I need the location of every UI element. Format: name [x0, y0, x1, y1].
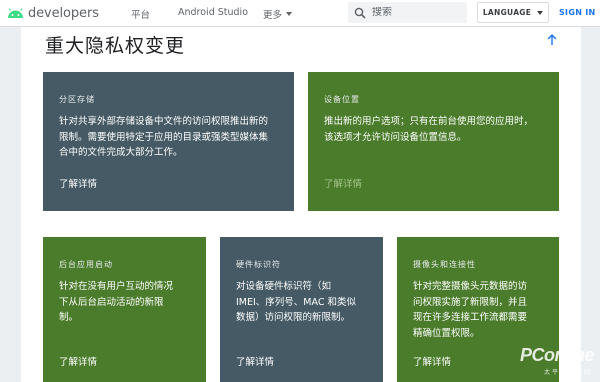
watermark-brand: PConline [519, 345, 595, 365]
tile-desc-line: 精确位置权限。 [413, 327, 480, 339]
tile-desc-line: 对设备硬件标识符（如 [236, 281, 332, 292]
android-icon [8, 7, 23, 18]
learn-more-link[interactable]: 了解详情 [59, 176, 97, 190]
tile-description: 推出新的用户选项；只有在前台使用您的应用时， 该选项才允许访问设备位置信息。 [324, 114, 533, 145]
tile-description: 对设备硬件标识符（如 IMEI、序列号、MAC 和类似 数据）访问权限的新限制。 [236, 279, 356, 326]
tile-background-activity-starts: 后台应用启动 针对在没有用户互动的情况 下从后台启动活动的新限 制。 了解详情 [43, 237, 206, 382]
logo-text: developers [28, 5, 99, 21]
learn-more-link[interactable]: 了解详情 [324, 176, 362, 190]
learn-more-link[interactable]: 了解详情 [236, 354, 274, 368]
tile-desc-line: 该选项才允许访问设备位置信息。 [324, 131, 467, 143]
tile-desc-line: 针对完整摄像头元数据的访 [413, 281, 528, 292]
search-icon [354, 7, 366, 19]
tile-desc-line: 下从后台启动活动的新限 [59, 296, 164, 308]
chevron-down-icon [286, 12, 293, 16]
page-title: 重大隐私权变更 [45, 35, 186, 57]
tile-title: 分区存储 [59, 95, 95, 104]
main-content: 重大隐私权变更 分区存储 针对共享外部存储设备中文件的访问权限推出新的 限制。需… [21, 27, 581, 382]
tile-desc-line: 问权限实施了新限制，并且 [413, 296, 528, 308]
search-box[interactable] [348, 2, 467, 23]
tile-title: 后台应用启动 [59, 260, 113, 269]
tile-desc-line: 现在许多连接工作流都需要 [413, 312, 528, 323]
search-input[interactable] [372, 7, 462, 18]
tile-hardware-identifiers: 硬件标识符 对设备硬件标识符（如 IMEI、序列号、MAC 和类似 数据）访问权… [220, 237, 383, 382]
nav-item-platform[interactable]: 平台 [131, 7, 150, 21]
tile-desc-line: 制。 [59, 312, 79, 323]
tile-desc-line: IMEI、序列号、MAC 和类似 [236, 296, 356, 308]
tile-desc-line: 数据）访问权限的新限制。 [236, 312, 351, 323]
arrow-up-icon[interactable] [545, 33, 559, 47]
developers-logo[interactable]: developers [7, 5, 99, 21]
tile-desc-line: 针对在没有用户互动的情况 [59, 281, 174, 292]
sign-in-button[interactable]: SIGN IN [559, 8, 596, 17]
tile-description: 针对共享外部存储设备中文件的访问权限推出新的 限制。需要使用特定于应用的目录或强… [59, 114, 268, 161]
language-selector[interactable]: LANGUAGE [477, 2, 549, 23]
learn-more-link[interactable]: 了解详情 [59, 354, 97, 368]
tile-description: 针对完整摄像头元数据的访 问权限实施了新限制，并且 现在许多连接工作流都需要 精… [413, 279, 527, 341]
watermark-subtitle: 太平洋电脑网 [543, 369, 592, 376]
nav-item-more[interactable]: 更多 [263, 7, 293, 21]
language-label: LANGUAGE [482, 8, 532, 17]
tile-device-location: 设备位置 推出新的用户选项；只有在前台使用您的应用时， 该选项才允许访问设备位置… [308, 72, 559, 211]
watermark: PConline 太平洋电脑网 [503, 345, 598, 381]
tile-desc-line: 限制。需要使用特定于应用的目录或强类型媒体集 [59, 131, 269, 143]
top-app-bar: developers 平台 Android Studio 更多 LANGUAGE… [0, 0, 600, 27]
tile-title: 设备位置 [324, 95, 360, 104]
nav-item-android-studio[interactable]: Android Studio [178, 7, 248, 18]
tile-desc-line: 合中的文件完成大部分工作。 [59, 147, 183, 158]
tile-title: 硬件标识符 [236, 260, 281, 269]
tile-desc-line: 针对共享外部存储设备中文件的访问权限推出新的 [59, 116, 269, 127]
tile-desc-line: 推出新的用户选项；只有在前台使用您的应用时， [324, 116, 534, 127]
nav-more-label: 更多 [263, 10, 283, 21]
tile-description: 针对在没有用户互动的情况 下从后台启动活动的新限 制。 [59, 279, 173, 326]
learn-more-link[interactable]: 了解详情 [413, 354, 451, 368]
tile-scoped-storage: 分区存储 针对共享外部存储设备中文件的访问权限推出新的 限制。需要使用特定于应用… [43, 72, 294, 211]
language-chevron-down-icon [537, 10, 544, 15]
tile-title: 摄像头和连接性 [413, 260, 476, 269]
